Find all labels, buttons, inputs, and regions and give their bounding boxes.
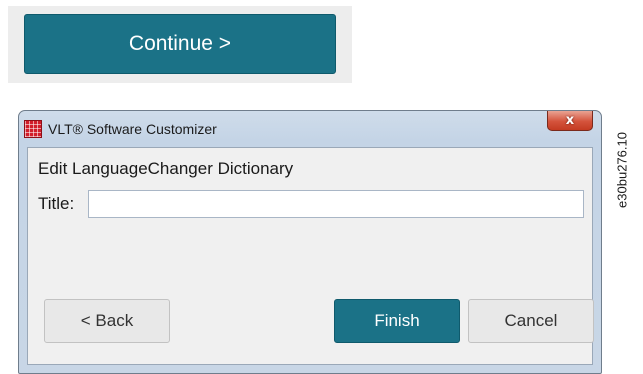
finish-button[interactable]: Finish [334, 299, 460, 343]
back-button[interactable]: < Back [44, 299, 170, 343]
continue-panel: Continue > [8, 6, 352, 83]
window-title: VLT® Software Customizer [48, 121, 217, 137]
figure-reference: e30bu276.10 [612, 110, 632, 230]
close-button[interactable]: x [547, 111, 593, 131]
figure-reference-text: e30bu276.10 [614, 132, 630, 208]
dialog-window: VLT® Software Customizer x Edit Language… [18, 110, 602, 374]
title-input[interactable] [88, 190, 584, 218]
dialog-content: Edit LanguageChanger Dictionary Title: <… [27, 147, 594, 365]
dialog-heading: Edit LanguageChanger Dictionary [38, 159, 294, 178]
close-icon: x [565, 113, 575, 128]
app-icon [24, 120, 42, 138]
title-label: Title: [38, 194, 75, 213]
title-bar[interactable]: VLT® Software Customizer x [19, 111, 601, 147]
continue-button[interactable]: Continue > [24, 14, 336, 74]
cancel-button[interactable]: Cancel [468, 299, 594, 343]
